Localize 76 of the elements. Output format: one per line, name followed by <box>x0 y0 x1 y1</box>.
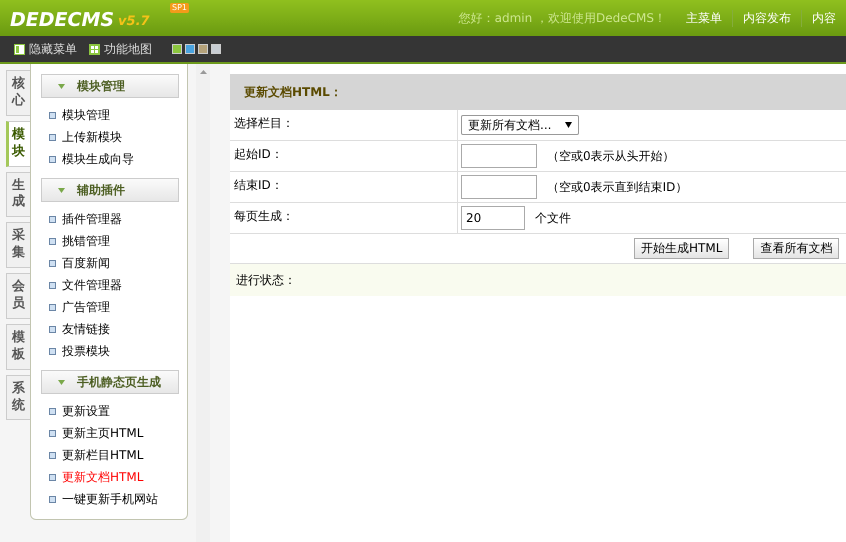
bullet-icon <box>49 304 56 310</box>
field-hint: （空或0表示从头开始） <box>547 148 675 164</box>
bullet-icon <box>49 348 56 354</box>
menu-item[interactable]: 模块生成向导 <box>62 150 134 168</box>
menu-item[interactable]: 更新设置 <box>62 402 110 420</box>
bullet-icon <box>49 156 56 162</box>
scrollbar[interactable] <box>196 64 210 542</box>
menu-item[interactable]: 插件管理器 <box>62 210 122 228</box>
menu-group-title: 手机静态页生成 <box>77 374 161 390</box>
bullet-icon <box>49 408 56 414</box>
panel-icon <box>14 44 25 54</box>
caret-icon <box>58 188 65 192</box>
field-label: 结束ID： <box>234 178 283 192</box>
bullet-icon <box>49 112 56 118</box>
bullet-icon <box>49 326 56 332</box>
bullet-icon <box>49 452 56 458</box>
menu-item[interactable]: 广告管理 <box>62 298 110 316</box>
side-tab[interactable]: 模板 <box>6 324 30 370</box>
menu-item[interactable]: 更新栏目HTML <box>62 446 144 464</box>
id-input[interactable] <box>461 175 537 199</box>
menu-item[interactable]: 更新主页HTML <box>62 424 144 442</box>
bullet-icon <box>49 134 56 140</box>
bullet-icon <box>49 474 56 480</box>
per-page-input[interactable]: 20 <box>461 206 525 230</box>
theme-swatch[interactable] <box>211 44 221 54</box>
caret-icon <box>58 84 65 88</box>
theme-swatch[interactable] <box>172 44 182 54</box>
status-label: 进行状态： <box>236 272 296 288</box>
action-button[interactable]: 查看所有文档 <box>753 238 840 259</box>
field-hint: （空或0表示直到结束ID） <box>547 178 688 196</box>
bullet-icon <box>49 238 56 244</box>
menu-group-header[interactable]: 模块管理 <box>41 74 179 98</box>
category-select[interactable]: 更新所有文档... <box>461 115 579 135</box>
side-tab[interactable]: 核心 <box>6 70 30 116</box>
side-tab[interactable]: 会员 <box>6 273 30 319</box>
menu-item[interactable]: 上传新模块 <box>62 128 122 146</box>
menu-item[interactable]: 一键更新手机网站 <box>62 490 158 508</box>
form-title: 更新文档HTML： <box>244 84 342 100</box>
dropdown-arrow-icon <box>565 122 572 128</box>
bullet-icon <box>49 496 56 502</box>
field-label: 选择栏目： <box>234 116 294 130</box>
toolbar-button[interactable]: 隐藏菜单 <box>14 40 77 58</box>
side-tab[interactable]: 模块 <box>6 120 30 167</box>
menu-group-title: 模块管理 <box>77 78 125 94</box>
menu-item[interactable]: 百度新闻 <box>62 254 110 272</box>
bullet-icon <box>49 282 56 288</box>
menu-group-title: 辅助插件 <box>77 182 125 198</box>
side-tab[interactable]: 系统 <box>6 374 30 420</box>
grid-icon <box>89 44 100 54</box>
toolbar-button[interactable]: 功能地图 <box>89 40 152 58</box>
side-tab[interactable]: 生成 <box>6 172 30 218</box>
caret-icon <box>58 380 65 384</box>
version-label: v5.7 <box>118 13 150 31</box>
menu-group-header[interactable]: 辅助插件 <box>41 178 179 202</box>
action-button[interactable]: 开始生成HTML <box>634 238 730 259</box>
menu-item[interactable]: 文件管理器 <box>62 276 122 294</box>
menu-item[interactable]: 友情链接 <box>62 320 110 338</box>
bullet-icon <box>49 430 56 436</box>
id-input[interactable] <box>461 144 537 168</box>
scroll-up-arrow-icon <box>200 70 206 74</box>
version-badge: SP1 <box>170 3 189 13</box>
logo: DEDECMS <box>10 8 114 33</box>
menu-item[interactable]: 挑错管理 <box>62 232 110 250</box>
bullet-icon <box>49 216 56 222</box>
field-hint: 个文件 <box>535 210 571 226</box>
field-label: 起始ID： <box>234 147 283 161</box>
menu-item[interactable]: 更新文档HTML <box>62 468 144 486</box>
menu-item[interactable]: 投票模块 <box>62 342 110 360</box>
menu-group-header[interactable]: 手机静态页生成 <box>41 370 179 394</box>
theme-swatch[interactable] <box>198 44 208 54</box>
greeting-text: 您好：admin ，欢迎使用DedeCMS！ <box>458 10 666 26</box>
side-tab[interactable]: 采集 <box>6 222 30 268</box>
menu-item[interactable]: 模块管理 <box>62 106 110 124</box>
theme-swatch[interactable] <box>185 44 195 54</box>
field-label: 每页生成： <box>234 209 294 223</box>
bullet-icon <box>49 260 56 266</box>
